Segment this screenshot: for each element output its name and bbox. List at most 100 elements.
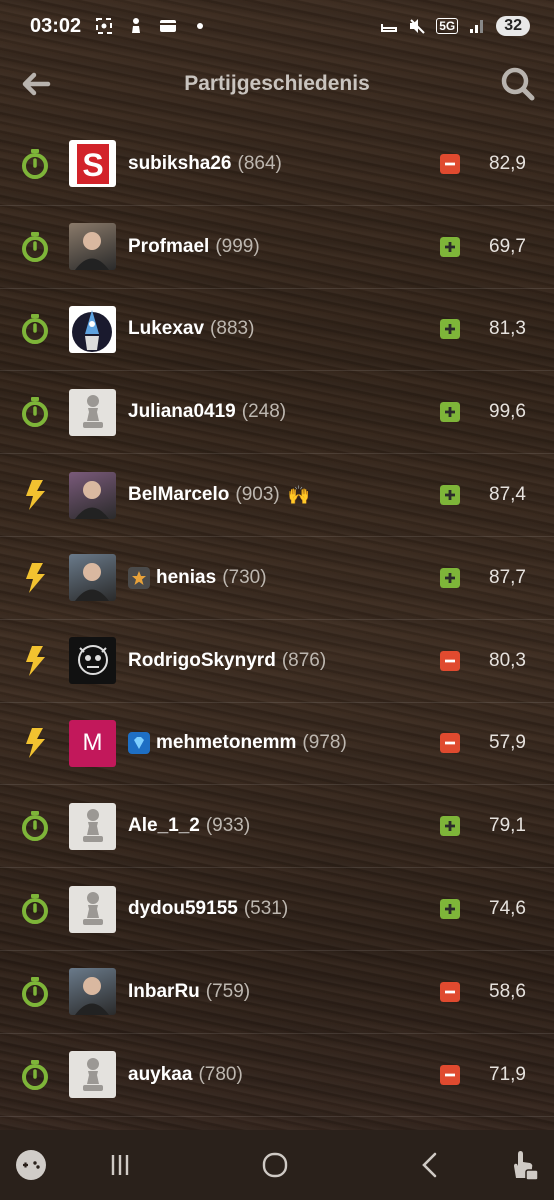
game-row[interactable]: InbarRu (759) 58,6 (0, 951, 554, 1034)
blitz-lightning-icon (26, 645, 45, 676)
search-icon[interactable] (498, 64, 538, 104)
accuracy-value: 82,9 (489, 152, 526, 174)
opponent-username[interactable]: henias (156, 567, 216, 589)
player-info: auykaa (780) (128, 1064, 243, 1086)
star-badge-icon (128, 566, 150, 589)
mute-icon (410, 19, 425, 34)
opponent-rating: (876) (281, 649, 327, 671)
opponent-username[interactable]: subiksha26 (128, 153, 232, 175)
game-row[interactable]: Lukexav (883) 81,3 (0, 289, 554, 372)
pawn-icon (82, 892, 103, 926)
back-arrow-icon[interactable] (16, 64, 56, 104)
game-history-list: S subiksha26 (864) 82,9 Profmael (999) 6… (0, 123, 554, 1117)
game-row[interactable]: Ale_1_2 (933) 79,1 (0, 785, 554, 869)
win-plus-icon (440, 402, 460, 423)
player-info: subiksha26 (864) (128, 153, 282, 175)
rapid-timer-icon (22, 811, 48, 842)
opponent-username[interactable]: auykaa (128, 1064, 192, 1086)
avatar-cartoon-bird[interactable] (69, 305, 116, 353)
sleep-mode-icon (381, 24, 398, 32)
avatar-letter-text: M (82, 729, 103, 757)
avatar-photo[interactable] (69, 554, 116, 602)
avatar-default-pawn[interactable] (69, 802, 116, 850)
blitz-lightning-icon (26, 728, 45, 759)
opponent-username[interactable]: dydou59155 (128, 898, 238, 920)
avatar-photo[interactable] (69, 223, 116, 271)
opponent-rating: (999) (215, 235, 260, 257)
avatar-letter[interactable]: M (69, 719, 116, 767)
opponent-username[interactable]: BelMarcelo (128, 484, 229, 506)
game-row[interactable]: S subiksha26 (864) 82,9 (0, 123, 554, 206)
skull-icon (77, 644, 108, 675)
s-logo-icon: S (76, 143, 109, 184)
loss-minus-icon (440, 733, 460, 754)
recent-apps-icon[interactable] (103, 1148, 137, 1182)
opponent-username[interactable]: Profmael (128, 236, 209, 258)
avatar-photo[interactable] (69, 968, 116, 1016)
touch-lock-icon[interactable] (506, 1148, 540, 1182)
win-plus-icon (440, 236, 460, 257)
opponent-username[interactable]: InbarRu (128, 981, 200, 1003)
opponent-rating: (978) (302, 732, 347, 754)
opponent-rating: (903) (235, 484, 280, 506)
game-row[interactable]: BelMarcelo (903) 🙌 87,4 (0, 454, 554, 537)
accuracy-value: 80,3 (489, 649, 526, 671)
player-info: RodrigoSkynyrd (876) (128, 650, 326, 672)
page-title: Partijgeschiedenis (184, 72, 370, 95)
game-row[interactable]: henias (730) 87,7 (0, 537, 554, 620)
accuracy-value: 58,6 (489, 980, 526, 1002)
status-emoji: 🙌 (287, 484, 311, 505)
accuracy-value: 79,1 (489, 815, 526, 837)
opponent-username[interactable]: Juliana0419 (128, 401, 236, 423)
game-row[interactable]: Profmael (999) 69,7 (0, 206, 554, 289)
game-row[interactable]: M mehmetonemm (978) 57,9 (0, 703, 554, 786)
game-row[interactable]: RodrigoSkynyrd (876) 80,3 (0, 620, 554, 703)
pawn-icon (82, 809, 103, 843)
avatar-photo[interactable] (69, 471, 116, 519)
opponent-rating: (248) (241, 401, 287, 423)
system-navigation-bar (0, 1130, 554, 1200)
win-plus-icon (440, 899, 460, 920)
person-photo-icon (75, 563, 109, 602)
opponent-rating: (759) (205, 980, 251, 1002)
player-info: mehmetonemm (978) (128, 732, 347, 755)
accuracy-value: 99,6 (489, 401, 526, 423)
player-info: Juliana0419 (248) (128, 401, 286, 423)
opponent-username[interactable]: RodrigoSkynyrd (128, 650, 276, 672)
game-row[interactable]: Juliana0419 (248) 99,6 (0, 371, 554, 455)
accuracy-value: 71,9 (489, 1063, 526, 1085)
opponent-username[interactable]: Lukexav (128, 318, 204, 340)
game-row[interactable]: auykaa (780) 71,9 (0, 1034, 554, 1117)
home-icon[interactable] (258, 1148, 292, 1182)
person-photo-icon (75, 232, 109, 271)
nav-back-icon[interactable] (413, 1148, 447, 1182)
avatar-red-s-logo[interactable]: S (69, 140, 116, 188)
pawn-icon (82, 395, 103, 429)
network-label: 5G (436, 18, 459, 34)
avatar-skull-logo[interactable] (69, 637, 116, 685)
loss-minus-icon (440, 650, 460, 671)
blitz-lightning-icon (26, 480, 45, 511)
game-row[interactable]: dydou59155 (531) 74,6 (0, 868, 554, 951)
rapid-timer-icon (22, 1059, 48, 1090)
loss-minus-icon (440, 153, 460, 174)
player-info: dydou59155 (531) (128, 898, 288, 920)
opponent-rating: (864) (237, 152, 282, 174)
rapid-timer-icon (22, 397, 48, 428)
opponent-username[interactable]: Ale_1_2 (128, 815, 200, 837)
opponent-username[interactable]: mehmetonemm (156, 732, 296, 754)
person-photo-icon (75, 977, 109, 1016)
player-info: henias (730) (128, 566, 267, 589)
accuracy-value: 74,6 (489, 898, 526, 920)
avatar-default-pawn[interactable] (69, 885, 116, 933)
app-bar: Partijgeschiedenis (0, 56, 554, 112)
game-controller-icon[interactable] (14, 1148, 48, 1182)
blitz-lightning-icon (26, 562, 45, 593)
avatar-default-pawn[interactable] (69, 388, 116, 436)
win-plus-icon (440, 567, 460, 588)
chess-pawn-status-icon (132, 18, 141, 33)
avatar-default-pawn[interactable] (69, 1051, 116, 1099)
status-time: 03:02 (30, 14, 82, 37)
accuracy-value: 87,4 (489, 484, 526, 506)
accuracy-value: 87,7 (489, 566, 526, 588)
